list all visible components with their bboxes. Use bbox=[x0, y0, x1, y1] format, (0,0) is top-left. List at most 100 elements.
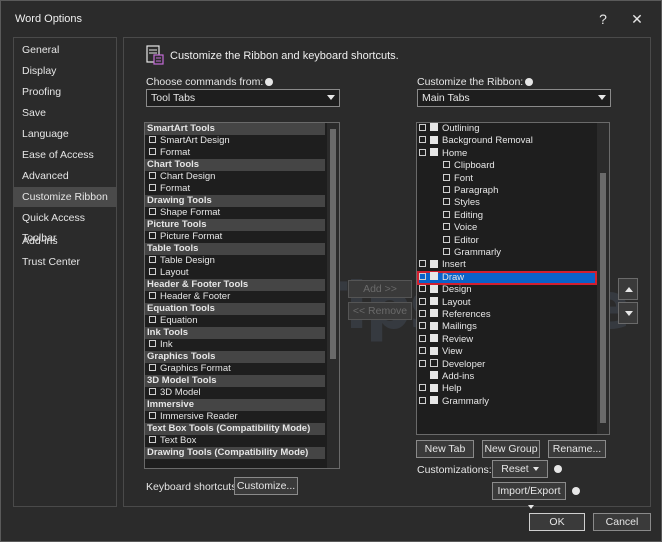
tab-checkbox[interactable] bbox=[430, 383, 438, 392]
ribbon-tab-item[interactable]: Outlining bbox=[417, 123, 480, 135]
commands-list[interactable]: SmartArt Tools SmartArt Design Format Chart… bbox=[144, 122, 340, 469]
expand-icon[interactable] bbox=[149, 255, 156, 263]
ribbon-group-item[interactable]: Editor bbox=[417, 235, 479, 247]
expand-icon[interactable] bbox=[419, 297, 426, 305]
ribbon-tab-item[interactable]: Review bbox=[417, 334, 473, 346]
list-group-header[interactable]: Table Tools bbox=[145, 243, 325, 255]
expand-icon[interactable] bbox=[443, 247, 450, 255]
ribbon-tab-item[interactable]: Grammarly bbox=[417, 396, 489, 408]
list-item[interactable]: Ink bbox=[145, 339, 173, 351]
list-group-header[interactable]: Drawing Tools bbox=[145, 195, 325, 207]
reset-button[interactable]: Reset bbox=[492, 460, 548, 478]
list-item[interactable]: Shape Format bbox=[145, 207, 220, 219]
expand-icon[interactable] bbox=[149, 387, 156, 395]
expand-icon[interactable] bbox=[419, 334, 426, 342]
tab-checkbox[interactable] bbox=[430, 396, 438, 405]
expand-icon[interactable] bbox=[443, 198, 450, 206]
expand-icon[interactable] bbox=[419, 136, 426, 144]
tab-checkbox[interactable] bbox=[430, 309, 438, 318]
ribbon-tab-item[interactable]: Layout bbox=[417, 297, 471, 309]
nav-proofing[interactable]: Proofing bbox=[14, 82, 116, 102]
expand-icon[interactable] bbox=[419, 384, 426, 392]
expand-icon[interactable] bbox=[149, 207, 156, 215]
tab-checkbox[interactable] bbox=[430, 346, 438, 355]
ribbon-tab-item[interactable]: References bbox=[417, 309, 491, 321]
new-group-button[interactable]: New Group bbox=[482, 440, 540, 458]
expand-icon[interactable] bbox=[149, 147, 156, 155]
expand-icon[interactable] bbox=[443, 210, 450, 218]
list-item[interactable]: Equation bbox=[145, 315, 198, 327]
ribbon-tab-item[interactable]: Design bbox=[417, 284, 472, 296]
expand-icon[interactable] bbox=[149, 183, 156, 191]
cancel-button[interactable]: Cancel bbox=[593, 513, 651, 531]
commands-scrollbar[interactable] bbox=[327, 123, 339, 468]
list-group-header[interactable]: Equation Tools bbox=[145, 303, 325, 315]
expand-icon[interactable] bbox=[443, 161, 450, 169]
choose-commands-select[interactable]: Tool Tabs bbox=[146, 89, 340, 107]
nav-add-ins[interactable]: Add-ins bbox=[14, 231, 116, 251]
expand-icon[interactable] bbox=[149, 171, 156, 179]
rename-button[interactable]: Rename... bbox=[548, 440, 606, 458]
list-item[interactable]: Format bbox=[145, 147, 190, 159]
expand-icon[interactable] bbox=[149, 291, 156, 299]
tab-checkbox[interactable] bbox=[430, 123, 438, 132]
tab-checkbox[interactable] bbox=[430, 321, 438, 330]
list-group-header[interactable]: SmartArt Tools bbox=[145, 123, 325, 135]
expand-icon[interactable] bbox=[419, 359, 426, 367]
list-item[interactable]: Header & Footer bbox=[145, 291, 230, 303]
ribbon-tab-item[interactable]: Developer bbox=[417, 359, 485, 371]
tab-checkbox[interactable] bbox=[430, 359, 438, 368]
expand-icon[interactable] bbox=[419, 260, 426, 268]
ribbon-tabs-tree[interactable]: Outlining Background Removal Home Clipboard… bbox=[416, 122, 610, 435]
expand-icon[interactable] bbox=[149, 315, 156, 323]
list-group-header[interactable]: Graphics Tools bbox=[145, 351, 325, 363]
nav-save[interactable]: Save bbox=[14, 103, 116, 123]
tab-checkbox[interactable] bbox=[430, 148, 438, 157]
commands-scroll-thumb[interactable] bbox=[330, 129, 336, 359]
nav-trust-center[interactable]: Trust Center bbox=[14, 252, 116, 272]
ribbon-tab-item[interactable]: Insert bbox=[417, 259, 466, 271]
ribbon-tab-item[interactable]: Background Removal bbox=[417, 135, 533, 147]
tab-checkbox[interactable] bbox=[430, 334, 438, 343]
ribbon-tab-item[interactable]: Help bbox=[417, 383, 462, 395]
list-item[interactable]: Layout bbox=[145, 267, 189, 279]
nav-quick-access-toolbar[interactable]: Quick Access Toolbar bbox=[14, 208, 116, 244]
ribbon-group-item[interactable]: Clipboard bbox=[417, 160, 495, 172]
list-group-header[interactable]: Immersive bbox=[145, 399, 325, 411]
expand-icon[interactable] bbox=[419, 285, 426, 293]
nav-advanced[interactable]: Advanced bbox=[14, 166, 116, 186]
nav-language[interactable]: Language bbox=[14, 124, 116, 144]
expand-icon[interactable] bbox=[419, 272, 426, 280]
ribbon-tab-item[interactable]: Home bbox=[417, 148, 467, 160]
list-group-header[interactable]: Text Box Tools (Compatibility Mode) bbox=[145, 423, 325, 435]
new-tab-button[interactable]: New Tab bbox=[416, 440, 474, 458]
expand-icon[interactable] bbox=[443, 235, 450, 243]
ribbon-tab-item[interactable]: Add-ins bbox=[417, 371, 474, 383]
ribbon-tab-item[interactable]: Mailings bbox=[417, 321, 477, 333]
list-item[interactable]: SmartArt Design bbox=[145, 135, 230, 147]
customize-keyboard-button[interactable]: Customize... bbox=[234, 477, 298, 495]
expand-icon[interactable] bbox=[419, 309, 426, 317]
ribbon-group-item[interactable]: Styles bbox=[417, 197, 480, 209]
ribbon-group-item[interactable]: Font bbox=[417, 173, 473, 185]
ribbon-scrollbar[interactable] bbox=[597, 123, 609, 434]
expand-icon[interactable] bbox=[419, 123, 426, 131]
list-item[interactable]: Graphics Format bbox=[145, 363, 231, 375]
nav-display[interactable]: Display bbox=[14, 61, 116, 81]
ribbon-group-item[interactable]: Paragraph bbox=[417, 185, 498, 197]
expand-icon[interactable] bbox=[443, 173, 450, 181]
tab-checkbox[interactable] bbox=[430, 135, 438, 144]
expand-icon[interactable] bbox=[149, 135, 156, 143]
expand-icon[interactable] bbox=[443, 223, 450, 231]
move-up-button[interactable] bbox=[618, 278, 638, 300]
list-group-header[interactable]: Ink Tools bbox=[145, 327, 325, 339]
tab-checkbox[interactable] bbox=[430, 284, 438, 293]
collapse-icon[interactable] bbox=[419, 148, 426, 156]
help-button[interactable]: ? bbox=[593, 9, 613, 29]
list-group-header[interactable]: 3D Model Tools bbox=[145, 375, 325, 387]
list-item[interactable]: Immersive Reader bbox=[145, 411, 238, 423]
tab-checkbox[interactable] bbox=[430, 272, 438, 281]
list-group-header[interactable]: Chart Tools bbox=[145, 159, 325, 171]
ribbon-group-item[interactable]: Editing bbox=[417, 210, 483, 222]
nav-customize-ribbon[interactable]: Customize Ribbon bbox=[14, 187, 116, 207]
